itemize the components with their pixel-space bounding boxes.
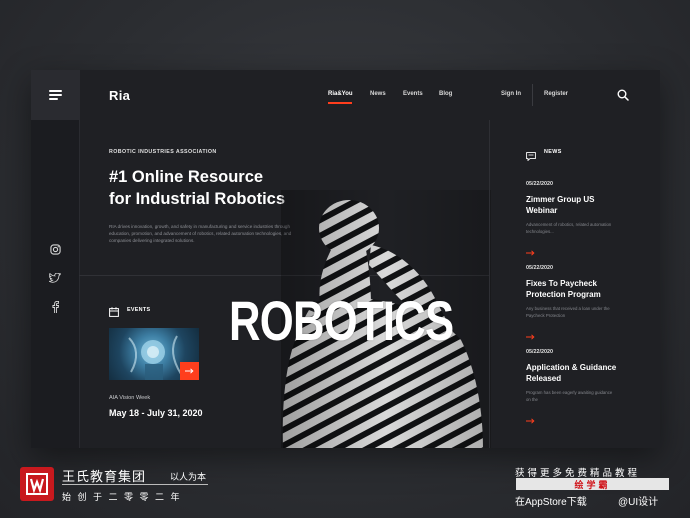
event-date: May 18 - July 31, 2020 bbox=[109, 408, 203, 418]
association-label: ROBOTIC INDUSTRIES ASSOCIATION bbox=[109, 149, 217, 155]
event-title[interactable]: AIA Vision Week bbox=[109, 395, 150, 401]
twitter-icon[interactable] bbox=[47, 270, 63, 286]
menu-button[interactable] bbox=[31, 70, 79, 120]
hamburger-icon bbox=[48, 90, 62, 100]
news-icon bbox=[526, 148, 536, 166]
news-excerpt-2: Any business that received a loan under … bbox=[526, 306, 610, 318]
news-date-2: 05/22/2020 bbox=[526, 265, 553, 271]
calendar-icon bbox=[109, 304, 119, 322]
watermark-motto: 以人为本 bbox=[170, 472, 207, 482]
site-logo[interactable]: Ria bbox=[109, 88, 130, 103]
watermark-divider bbox=[62, 484, 208, 485]
register-link[interactable]: Register bbox=[544, 91, 568, 97]
search-icon[interactable] bbox=[617, 88, 629, 106]
news-excerpt-3: Program has been eagerly awaiting guidan… bbox=[526, 390, 613, 402]
news-read-more-3[interactable] bbox=[526, 411, 535, 429]
news-title-1[interactable]: Zimmer Group US Webinar bbox=[526, 194, 621, 216]
arrow-right-icon bbox=[526, 418, 535, 424]
events-label: EVENTS bbox=[127, 307, 151, 313]
website-mockup: Ria Ria&You News Events Blog Sign In Reg… bbox=[31, 70, 660, 448]
sign-in-link[interactable]: Sign In bbox=[501, 91, 521, 97]
news-title-3[interactable]: Application & Guidance Released bbox=[526, 362, 621, 384]
arrow-right-icon bbox=[185, 368, 194, 374]
watermark-badge-text: 绘学霸 bbox=[574, 479, 611, 490]
event-open-button[interactable] bbox=[180, 362, 199, 380]
nav-ria-and-you[interactable]: Ria&You bbox=[328, 91, 353, 97]
watermark-store: 在AppStore下载 bbox=[515, 497, 587, 508]
watermark-handle: @UI设计 bbox=[618, 497, 659, 508]
headline-line-1: #1 Online Resource bbox=[109, 168, 264, 186]
left-rail bbox=[31, 70, 80, 448]
nav-blog[interactable]: Blog bbox=[439, 91, 452, 97]
robotics-display-title: ROBOTICS bbox=[229, 289, 454, 352]
arrow-right-icon bbox=[526, 334, 535, 340]
news-excerpt-1: Advancement of robotics, related automat… bbox=[526, 222, 612, 234]
nav-events[interactable]: Events bbox=[403, 91, 423, 97]
header-divider bbox=[532, 84, 533, 106]
news-label: NEWS bbox=[544, 149, 562, 155]
news-read-more-2[interactable] bbox=[526, 327, 535, 345]
watermark-badge: 绘学霸 bbox=[516, 478, 669, 490]
news-title-2[interactable]: Fixes To Paycheck Protection Program bbox=[526, 278, 621, 300]
watermark-founded: 始创于二零零二年 bbox=[62, 492, 187, 502]
watermark-org-name: 王氏教育集团 bbox=[62, 469, 147, 484]
instagram-icon[interactable] bbox=[47, 241, 63, 257]
arrow-right-icon bbox=[526, 250, 535, 256]
news-read-more-1[interactable] bbox=[526, 243, 535, 261]
nav-news[interactable]: News bbox=[370, 91, 386, 97]
watermark-logo bbox=[20, 467, 54, 501]
news-date-3: 05/22/2020 bbox=[526, 349, 553, 355]
news-date-1: 05/22/2020 bbox=[526, 181, 553, 187]
facebook-icon[interactable] bbox=[47, 299, 63, 315]
active-nav-indicator bbox=[328, 102, 352, 104]
